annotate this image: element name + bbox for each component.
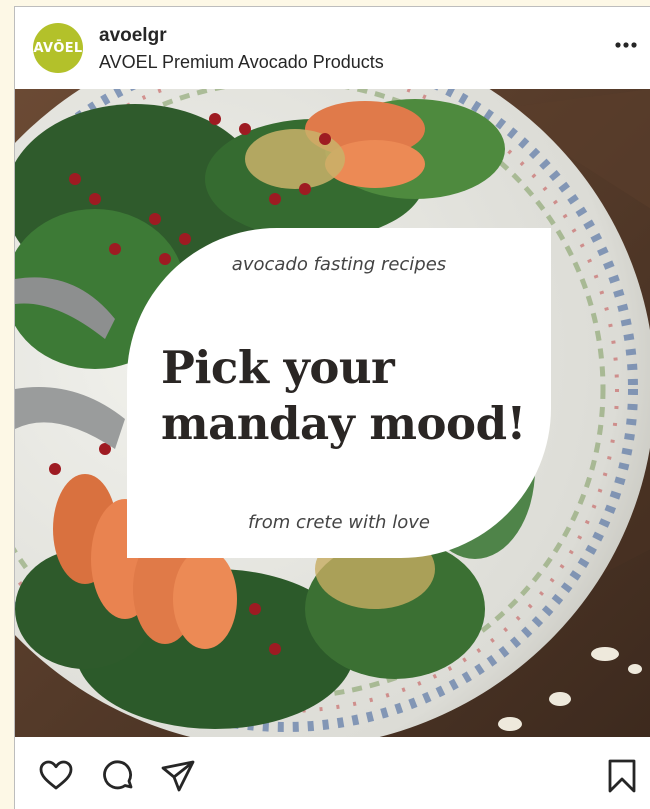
post-image[interactable]: avocado fasting recipes Pick your manday… [15, 89, 650, 737]
overlay-text-card: avocado fasting recipes Pick your manday… [127, 228, 551, 558]
comment-icon [103, 760, 133, 790]
heart-icon [39, 760, 73, 790]
bookmark-icon [608, 759, 636, 793]
instagram-post: AVŌEL avoelgr AVOEL Premium Avocado Prod… [14, 6, 650, 809]
comment-button[interactable] [99, 757, 137, 795]
share-icon [161, 760, 195, 792]
like-button[interactable] [37, 757, 75, 795]
more-horizontal-icon [615, 42, 637, 48]
account-name: AVOEL Premium Avocado Products [99, 52, 384, 72]
card-kicker: avocado fasting recipes [231, 254, 447, 275]
save-button[interactable] [603, 757, 641, 795]
card-footer: from crete with love [248, 512, 430, 533]
action-bar [15, 737, 650, 809]
card-headline: Pick your manday mood! [161, 340, 551, 452]
avatar[interactable]: AVŌEL [33, 23, 83, 73]
share-button[interactable] [159, 757, 197, 795]
post-header: AVŌEL avoelgr AVOEL Premium Avocado Prod… [15, 7, 650, 89]
card-headline-line-2: manday mood! [161, 397, 526, 450]
card-headline-line-1: Pick your [161, 341, 395, 394]
more-options-button[interactable] [611, 35, 641, 55]
username[interactable]: avoelgr [99, 25, 167, 47]
avatar-logo-text: AVŌEL [33, 40, 83, 56]
